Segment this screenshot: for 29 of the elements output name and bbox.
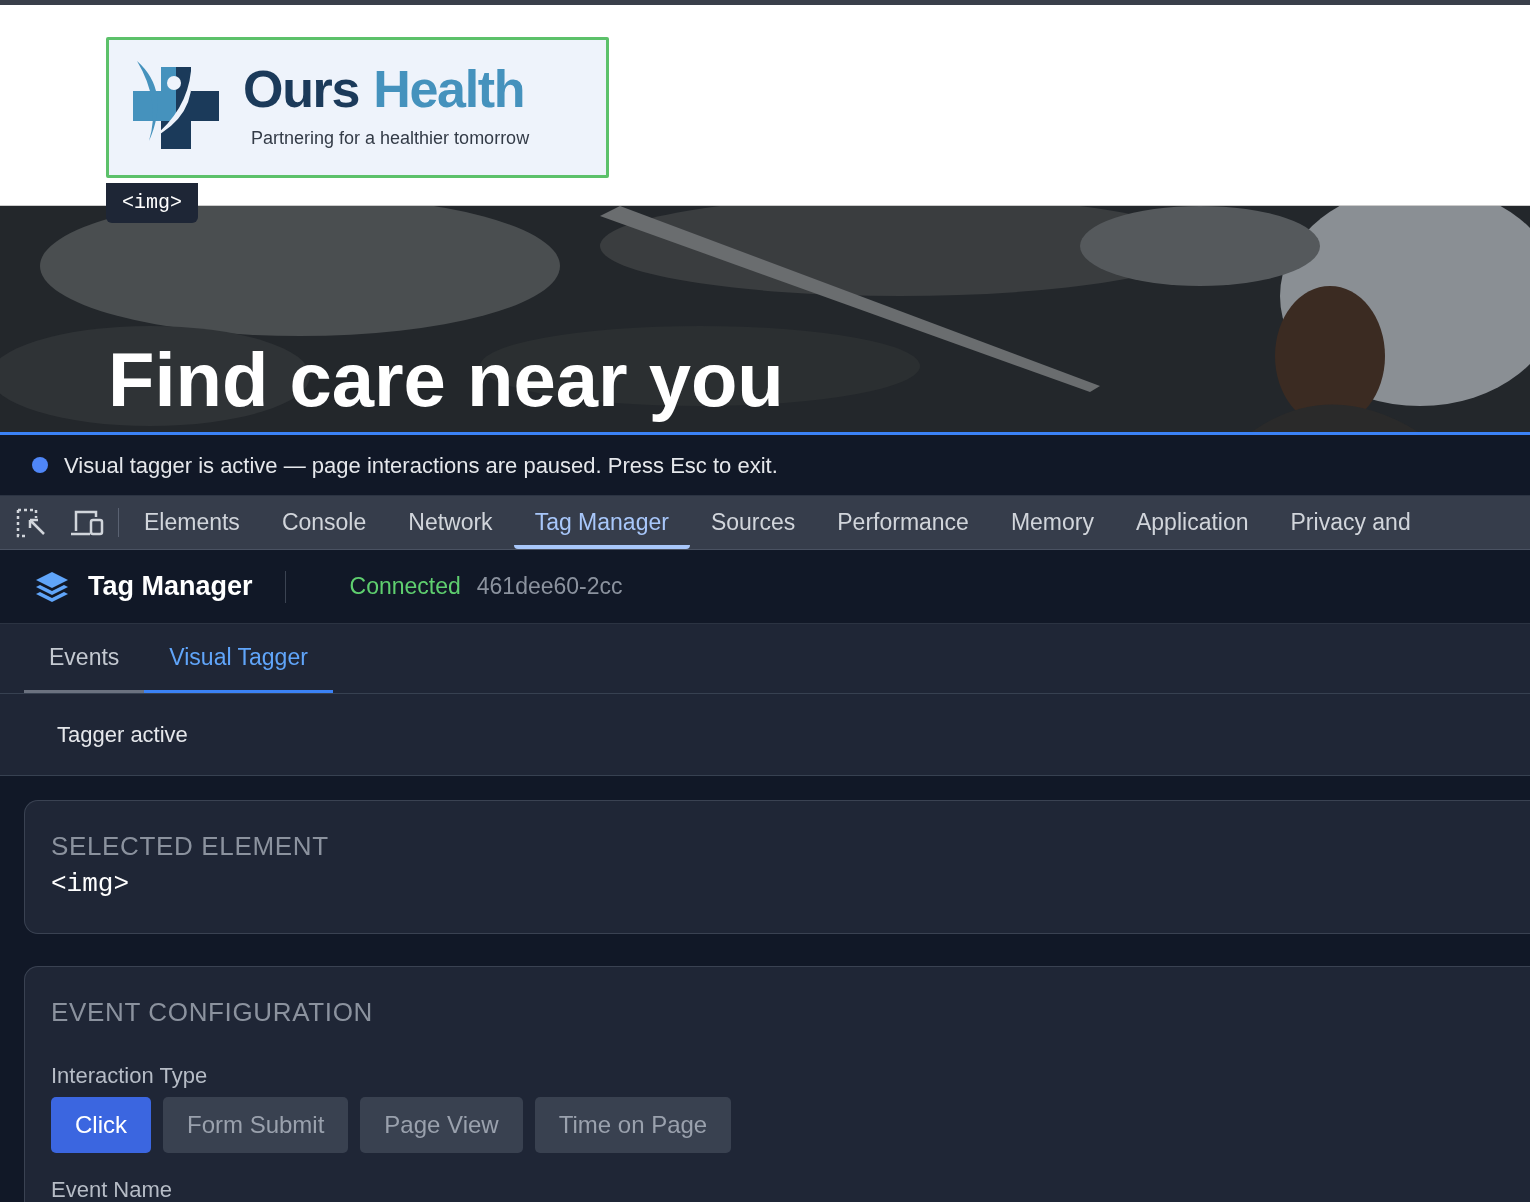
interaction-type-button[interactable]: Time on Page [534, 1097, 732, 1153]
interaction-type-button[interactable]: Click [51, 1097, 151, 1153]
connection-status: Connected [349, 572, 461, 602]
devtools-tab[interactable]: Sources [689, 496, 817, 549]
banner-text: Visual tagger is active — page interactions are paused. Press Esc to exit. [64, 451, 778, 480]
interaction-type-button[interactable]: Form Submit [163, 1097, 349, 1153]
field-label: Interaction Type [51, 1065, 209, 1087]
devtools-tab[interactable]: Privacy and [1269, 496, 1432, 549]
card-heading: EVENT CONFIGURATION [51, 999, 374, 1025]
devtools-tab[interactable]: Elements [123, 496, 261, 549]
hero-title: Find care near you [108, 336, 784, 424]
devtools-tab[interactable]: Network [387, 496, 514, 549]
tagger-status: Tagger active [57, 721, 188, 749]
brand-name: Health [373, 63, 525, 115]
interaction-type-button[interactable]: Page View [360, 1097, 523, 1153]
field-label: Event Name [51, 1179, 174, 1201]
tagline: Partnering for a healthier tomorrow [251, 127, 530, 150]
session-id: 461dee60-2cc [476, 572, 623, 602]
card-heading: SELECTED ELEMENT [51, 833, 330, 859]
devtools-tab[interactable]: Application [1115, 496, 1270, 549]
devtools-tab[interactable]: Console [260, 496, 388, 549]
panel-title: Tag Manager [88, 570, 253, 604]
brand-name: Ours [243, 63, 360, 115]
device-icon[interactable] [70, 508, 104, 537]
devtools-tab[interactable]: Memory [989, 496, 1115, 549]
devtools-tab[interactable]: Performance [816, 496, 990, 549]
layers-icon [34, 569, 70, 604]
element-tooltip: <img> [106, 183, 198, 223]
element-tag: <img> [51, 871, 1530, 897]
